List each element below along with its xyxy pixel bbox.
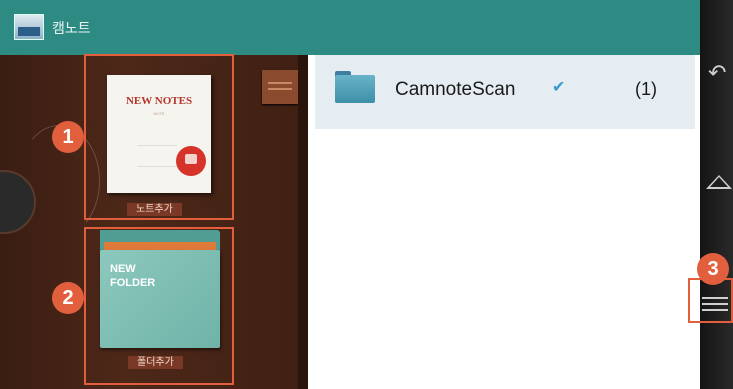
callout-1: 1 bbox=[52, 121, 84, 153]
checkmark-icon[interactable]: ✔ bbox=[552, 77, 565, 97]
callout-2: 2 bbox=[52, 282, 84, 314]
folder-icon bbox=[335, 71, 375, 103]
folder-list: CamnoteScan ✔ (1) bbox=[315, 55, 695, 389]
callout-3: 3 bbox=[697, 253, 729, 285]
navigation-bar bbox=[700, 0, 733, 389]
app-logo-icon bbox=[14, 14, 44, 40]
app-title: 캠노트 bbox=[52, 20, 91, 36]
shelf-divider bbox=[298, 55, 308, 389]
list-item[interactable]: CamnoteScan ✔ (1) bbox=[315, 55, 695, 129]
highlight-box-1 bbox=[84, 54, 234, 220]
app-bar: 캠노트 bbox=[0, 0, 700, 55]
item-count: (1) bbox=[635, 79, 657, 99]
home-icon[interactable] bbox=[706, 175, 732, 189]
highlight-box-2 bbox=[84, 227, 234, 385]
book-icon bbox=[262, 70, 298, 104]
folder-name: CamnoteScan bbox=[395, 79, 516, 100]
back-icon[interactable]: ↶ bbox=[708, 60, 726, 86]
